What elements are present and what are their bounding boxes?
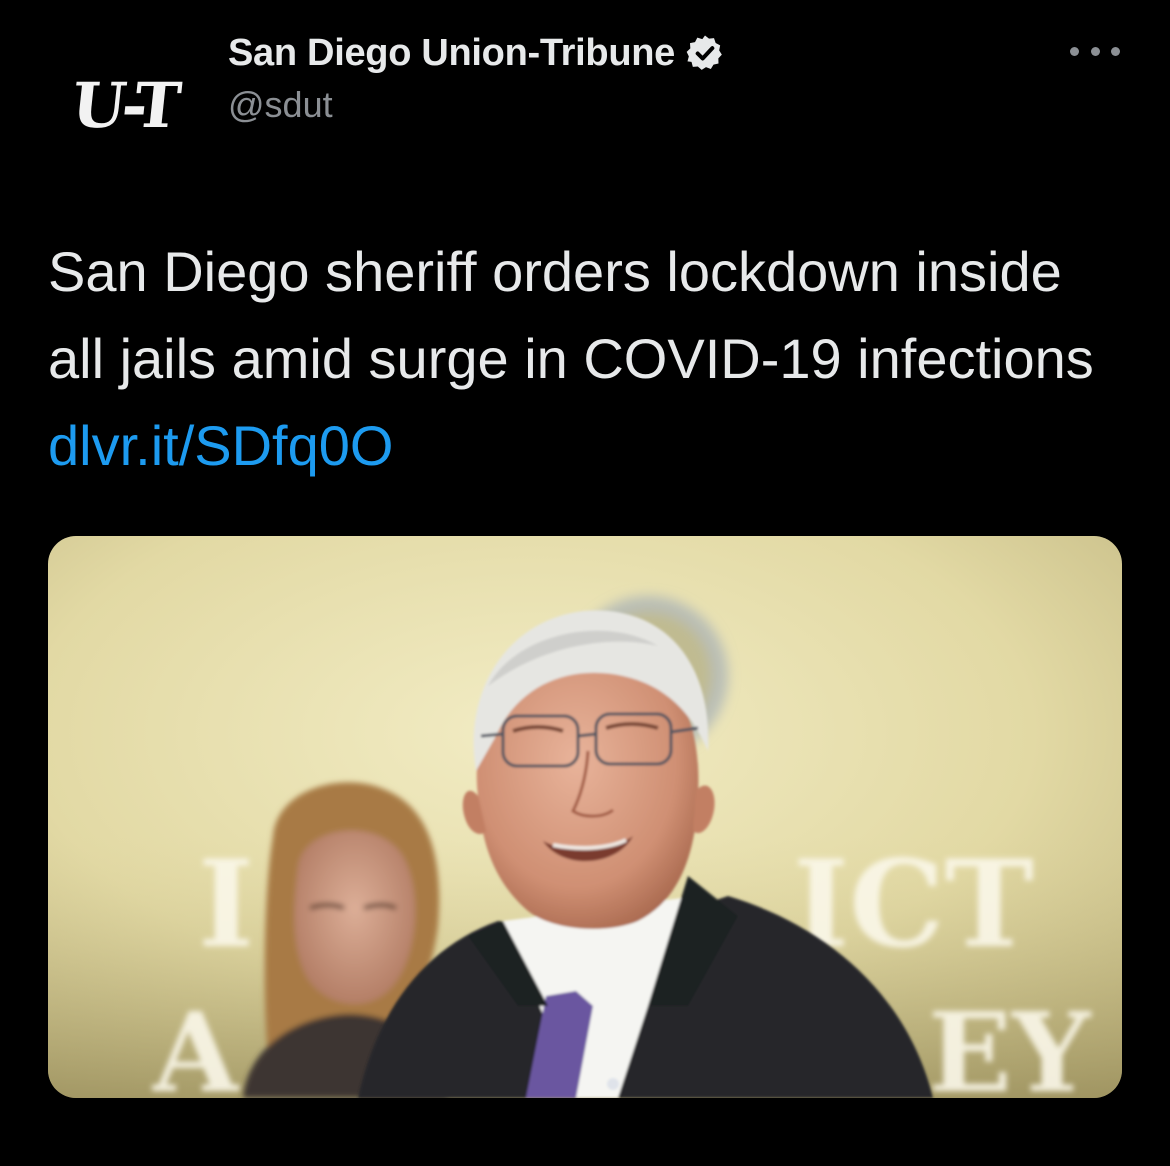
tweet-text: San Diego sheriff orders lockdown inside… bbox=[48, 228, 1128, 489]
tweet-body: San Diego sheriff orders lockdown inside… bbox=[48, 240, 1094, 390]
tweet: U-T San Diego Union-Tribune @sdut San Di… bbox=[0, 0, 1170, 1166]
author-block: San Diego Union-Tribune @sdut bbox=[228, 28, 725, 126]
backdrop-text: I bbox=[198, 834, 254, 975]
backdrop-text: EY bbox=[928, 988, 1092, 1098]
more-dot bbox=[1070, 46, 1079, 56]
backdrop-text: A bbox=[152, 988, 240, 1098]
press-conference-photo: I ICT A EY bbox=[48, 536, 1122, 1098]
more-dot bbox=[1111, 46, 1120, 56]
union-tribune-logo: U-T bbox=[68, 68, 182, 142]
avatar[interactable]: U-T bbox=[50, 30, 200, 180]
tweet-link[interactable]: dlvr.it/SDfq0O bbox=[48, 414, 393, 477]
more-dot bbox=[1090, 46, 1100, 56]
verified-badge-icon bbox=[686, 35, 722, 70]
more-options-button[interactable] bbox=[1070, 36, 1120, 66]
handle[interactable]: @sdut bbox=[228, 84, 725, 126]
media-image[interactable]: I ICT A EY bbox=[48, 536, 1122, 1098]
name-row: San Diego Union-Tribune bbox=[228, 28, 725, 78]
display-name[interactable]: San Diego Union-Tribune bbox=[228, 32, 675, 75]
